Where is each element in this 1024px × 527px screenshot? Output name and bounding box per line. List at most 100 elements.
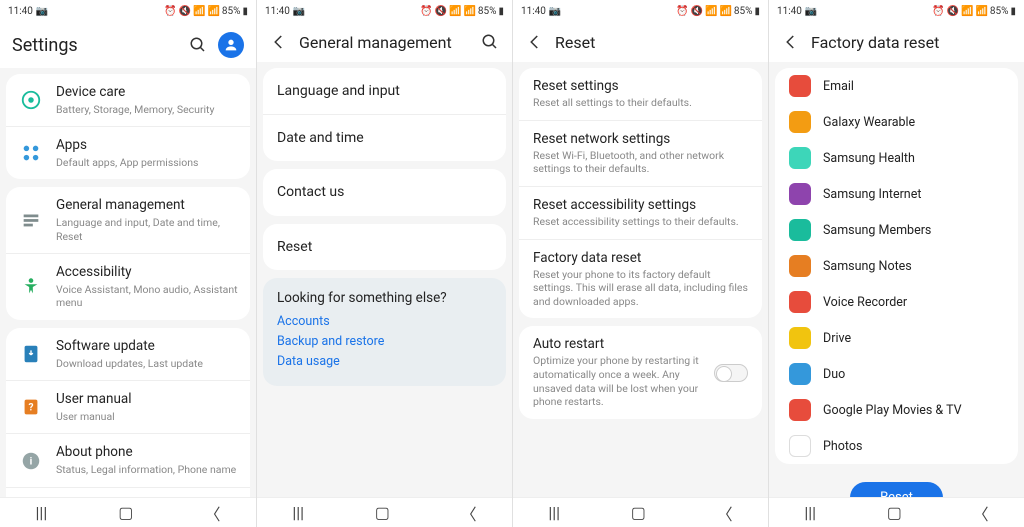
statusbar: 11:40📷 ⏰🔇📶📶85%▮: [769, 0, 1024, 22]
app-row: Galaxy Wearable: [775, 104, 1018, 140]
app-row: Samsung Members: [775, 212, 1018, 248]
app-icon: [789, 327, 811, 349]
nav-home-icon[interactable]: ▢: [631, 503, 646, 522]
nav-home-icon[interactable]: ▢: [118, 503, 133, 522]
looking-link[interactable]: Data usage: [277, 354, 492, 369]
settings-group: General managementLanguage and input, Da…: [6, 187, 250, 320]
reset-title: Reset accessibility settings: [533, 197, 748, 213]
row-sub: Default apps, App permissions: [56, 156, 238, 170]
nav-back-icon[interactable]: 〈: [204, 501, 220, 525]
auto-sub: Optimize your phone by restarting it aut…: [533, 354, 704, 409]
gm-row[interactable]: Reset: [263, 224, 506, 270]
auto-restart-toggle[interactable]: [714, 364, 748, 382]
settings-row[interactable]: Software updateDownload updates, Last up…: [6, 328, 250, 380]
battery-icon: ▮: [754, 6, 760, 17]
nav-recents-icon[interactable]: |||: [36, 503, 48, 522]
row-sub: Status, Legal information, Phone name: [56, 463, 238, 477]
back-icon[interactable]: [781, 32, 801, 52]
auto-restart-card: Auto restartOptimize your phone by resta…: [519, 326, 762, 419]
row-title: User manual: [56, 391, 238, 409]
status-icon: 📷: [805, 6, 817, 17]
settings-row[interactable]: General managementLanguage and input, Da…: [6, 187, 250, 253]
settings-row[interactable]: iAbout phoneStatus, Legal information, P…: [6, 433, 250, 486]
reset-item[interactable]: Reset settingsReset all settings to thei…: [519, 68, 762, 120]
status-mute-icon: 🔇: [179, 6, 191, 17]
app-row: Duo: [775, 356, 1018, 392]
page-title: Factory data reset: [811, 33, 1012, 52]
settings-row[interactable]: ?User manualUser manual: [6, 380, 250, 433]
status-alarm-icon: ⏰: [164, 6, 176, 17]
nav-home-icon[interactable]: ▢: [375, 503, 390, 522]
row-title: General management: [56, 197, 238, 215]
gm-row[interactable]: Language and input: [263, 68, 506, 114]
status-wifi-icon: 📶: [193, 6, 205, 17]
apps-icon: [18, 140, 44, 166]
nav-recents-icon[interactable]: |||: [804, 503, 816, 522]
nav-recents-icon[interactable]: |||: [292, 503, 304, 522]
reset-item[interactable]: Reset network settingsReset Wi-Fi, Bluet…: [519, 120, 762, 186]
settings-row[interactable]: AccessibilityVoice Assistant, Mono audio…: [6, 253, 250, 320]
status-battery: 85%: [478, 6, 497, 17]
nav-back-icon[interactable]: 〈: [973, 501, 989, 525]
status-battery: 85%: [990, 6, 1009, 17]
header: Settings: [0, 22, 256, 68]
app-row: Samsung Notes: [775, 248, 1018, 284]
row-title: Date and time: [277, 129, 364, 147]
settings-row[interactable]: AppsDefault apps, App permissions: [6, 126, 250, 179]
reset-button[interactable]: Reset: [850, 482, 943, 497]
general-icon: [18, 207, 44, 233]
app-icon: [789, 363, 811, 385]
reset-item[interactable]: Reset accessibility settings Reset access…: [519, 186, 762, 239]
gm-row[interactable]: Date and time: [263, 114, 506, 161]
navbar: ||| ▢ 〈: [0, 497, 256, 527]
nav-recents-icon[interactable]: |||: [548, 503, 560, 522]
looking-link[interactable]: Accounts: [277, 314, 492, 329]
app-label: Samsung Internet: [823, 187, 921, 202]
status-wifi-icon: 📶: [705, 6, 717, 17]
status-battery: 85%: [222, 6, 241, 17]
reset-item[interactable]: Factory data resetReset your phone to it…: [519, 239, 762, 319]
app-label: Voice Recorder: [823, 295, 907, 310]
page-title: Settings: [12, 35, 178, 56]
looking-link[interactable]: Backup and restore: [277, 334, 492, 349]
gm-list: Language and input Date and time Contact u…: [257, 62, 512, 497]
row-title: Device care: [56, 84, 238, 102]
row-text: General managementLanguage and input, Da…: [56, 197, 238, 243]
search-icon[interactable]: [480, 32, 500, 52]
back-icon[interactable]: [269, 32, 289, 52]
back-icon[interactable]: [525, 32, 545, 52]
auto-restart-row[interactable]: Auto restartOptimize your phone by resta…: [519, 326, 762, 419]
status-signal-icon: 📶: [207, 6, 219, 17]
gm-row[interactable]: Contact us: [263, 169, 506, 215]
svg-text:?: ?: [28, 403, 33, 414]
app-label: Google Play Movies & TV: [823, 403, 962, 418]
settings-row[interactable]: Device careBattery, Storage, Memory, Sec…: [6, 74, 250, 126]
navbar: ||| ▢ 〈: [257, 497, 512, 527]
app-label: Email: [823, 79, 854, 94]
battery-icon: ▮: [242, 6, 248, 17]
app-row: Email: [775, 68, 1018, 104]
status-signal-icon: 📶: [463, 6, 475, 17]
screen-reset: 11:40📷 ⏰🔇📶📶85%▮ Reset Reset settingsRese…: [512, 0, 768, 527]
nav-back-icon[interactable]: 〈: [461, 501, 477, 525]
app-icon: [789, 255, 811, 277]
settings-group: Software updateDownload updates, Last up…: [6, 328, 250, 497]
nav-home-icon[interactable]: ▢: [887, 503, 902, 522]
settings-row[interactable]: { }Developer optionsDeveloper options: [6, 487, 250, 497]
reset-sub: Reset your phone to its factory default …: [533, 268, 748, 309]
status-icon: 📷: [36, 6, 48, 17]
app-icon: [789, 75, 811, 97]
row-sub: Language and input, Date and time, Reset: [56, 216, 238, 243]
row-title: Software update: [56, 338, 238, 356]
search-icon[interactable]: [188, 35, 208, 55]
app-label: Samsung Members: [823, 223, 931, 238]
row-text: About phoneStatus, Legal information, Ph…: [56, 444, 238, 476]
statusbar: 11:40📷 ⏰🔇📶📶85%▮: [257, 0, 512, 22]
reset-sub: Reset accessibility settings to their de…: [533, 215, 748, 229]
app-label: Samsung Notes: [823, 259, 912, 274]
status-wifi-icon: 📶: [449, 6, 461, 17]
account-avatar[interactable]: [218, 32, 244, 58]
app-row: Samsung Internet: [775, 176, 1018, 212]
nav-back-icon[interactable]: 〈: [717, 501, 733, 525]
header: Reset: [513, 22, 768, 62]
